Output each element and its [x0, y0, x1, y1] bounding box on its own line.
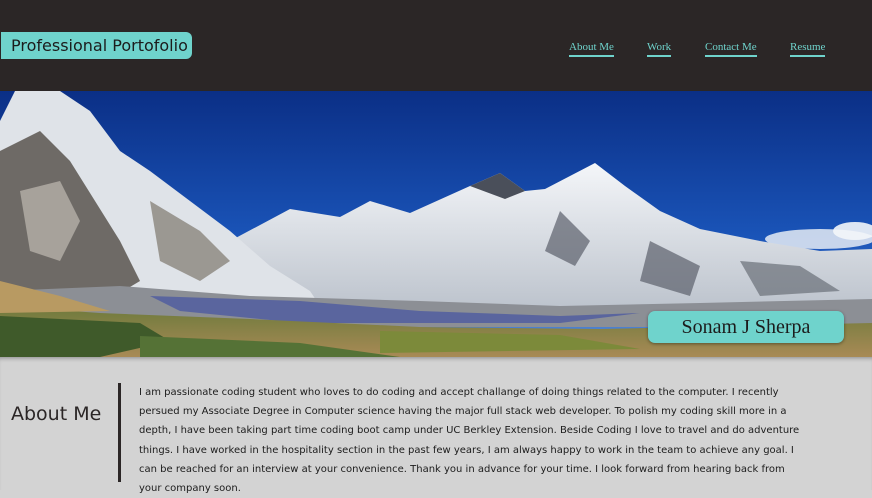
nav-link-work[interactable]: Work: [647, 41, 672, 57]
name-badge: Sonam J Sherpa: [648, 311, 844, 343]
about-heading: About Me: [11, 403, 102, 425]
site-header: Professional Portofolio About Me Work Co…: [0, 0, 872, 91]
about-section: About Me I am passionate coding student …: [0, 357, 872, 494]
brand-title[interactable]: Professional Portofolio: [1, 32, 192, 59]
about-paragraph: I am passionate coding student who loves…: [139, 387, 800, 495]
nav-link-resume[interactable]: Resume: [790, 41, 826, 57]
section-divider: [118, 383, 121, 482]
nav-link-about-me[interactable]: About Me: [569, 41, 614, 57]
nav-link-contact-me[interactable]: Contact Me: [705, 41, 757, 57]
